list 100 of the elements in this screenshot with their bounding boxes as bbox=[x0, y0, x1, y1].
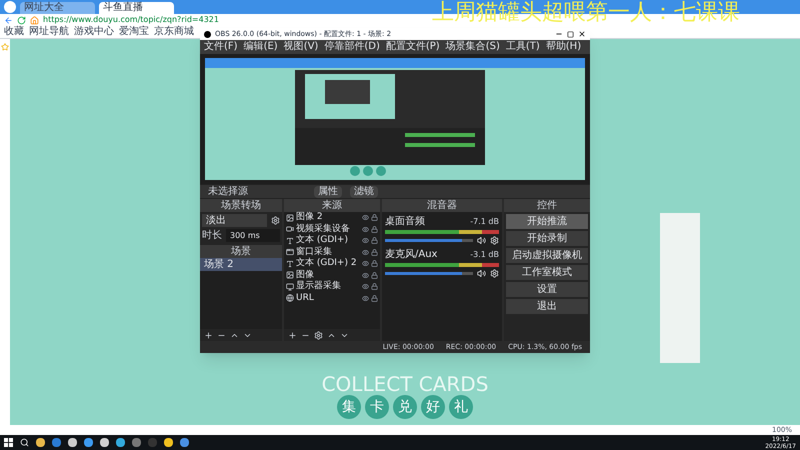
dock-title: 控件 bbox=[504, 199, 590, 212]
control-button[interactable]: 设置 bbox=[506, 282, 588, 297]
banner-background-text: COLLECT CARDS bbox=[322, 373, 488, 395]
lock-icon[interactable] bbox=[371, 260, 378, 268]
visibility-icon[interactable] bbox=[362, 294, 369, 302]
duration-field[interactable]: 300 ms bbox=[226, 229, 280, 242]
add-icon[interactable] bbox=[288, 330, 297, 340]
settings-icon[interactable] bbox=[314, 330, 323, 340]
source-label: URL bbox=[296, 292, 315, 304]
add-icon[interactable] bbox=[204, 330, 213, 340]
source-label: 文本 (GDI+) bbox=[296, 235, 349, 246]
banner-character: 好 bbox=[421, 395, 445, 419]
lock-icon[interactable] bbox=[371, 214, 378, 222]
browser-tab[interactable]: 斗鱼直播 bbox=[99, 2, 174, 14]
bookmark-link[interactable]: 收藏 bbox=[4, 26, 24, 38]
source-item[interactable]: 视频采集设备 bbox=[284, 224, 380, 235]
bookmark-link[interactable]: 网址导航 bbox=[29, 26, 69, 38]
lock-icon[interactable] bbox=[371, 237, 378, 244]
source-label: 图像 2 bbox=[296, 212, 324, 224]
banner-character: 礼 bbox=[449, 395, 473, 419]
source-item[interactable]: 图像 bbox=[284, 270, 380, 281]
control-button[interactable]: 工作室模式 bbox=[506, 265, 588, 280]
source-label: 文本 (GDI+) 2 bbox=[296, 258, 358, 270]
source-item[interactable]: URL bbox=[284, 292, 380, 304]
source-item[interactable]: 窗口采集 bbox=[284, 246, 380, 258]
maximize-icon[interactable] bbox=[567, 30, 574, 38]
scene-item[interactable]: 场景 2 bbox=[200, 258, 282, 271]
source-item[interactable]: 文本 (GDI+) 2 bbox=[284, 258, 380, 270]
control-button[interactable]: 启动虚拟摄像机 bbox=[506, 248, 588, 263]
lock-icon[interactable] bbox=[371, 272, 378, 279]
control-button[interactable]: 退出 bbox=[506, 299, 588, 314]
menu-item[interactable]: 场景集合(S) bbox=[446, 40, 500, 54]
banner-character: 兑 bbox=[393, 395, 417, 419]
menu-item[interactable]: 工具(T) bbox=[506, 40, 540, 54]
lock-icon[interactable] bbox=[371, 294, 378, 302]
visibility-icon[interactable] bbox=[362, 214, 369, 222]
browser-icon bbox=[286, 294, 294, 302]
control-button[interactable]: 开始录制 bbox=[506, 231, 588, 246]
visibility-icon[interactable] bbox=[362, 226, 369, 233]
menu-item[interactable]: 配置文件(P) bbox=[386, 40, 440, 54]
channel-name: 麦克风/Aux bbox=[385, 249, 438, 261]
menu-item[interactable]: 帮助(H) bbox=[546, 40, 582, 54]
bookmark-link[interactable]: 游戏中心 bbox=[74, 26, 114, 38]
image-icon bbox=[286, 214, 294, 222]
banner-character: 集 bbox=[337, 395, 361, 419]
source-item[interactable]: 图像 2 bbox=[284, 212, 380, 224]
visibility-icon[interactable] bbox=[362, 272, 369, 279]
channel-name: 桌面音频 bbox=[385, 216, 425, 228]
dock-title: 来源 bbox=[284, 199, 380, 212]
browser-tab[interactable]: 网址大全 bbox=[20, 2, 95, 14]
lock-icon[interactable] bbox=[371, 226, 378, 233]
menu-item[interactable]: 视图(V) bbox=[284, 40, 318, 54]
settings-icon[interactable] bbox=[490, 236, 499, 245]
dock-title: 场景 bbox=[200, 245, 282, 258]
menu-item[interactable]: 停靠部件(D) bbox=[324, 40, 380, 54]
star-icon[interactable] bbox=[1, 43, 9, 51]
channel-reading: -7.1 dB bbox=[470, 216, 499, 228]
transition-select[interactable]: 淡出 bbox=[202, 214, 267, 227]
obs-logo-icon bbox=[204, 30, 211, 38]
lock-icon[interactable] bbox=[371, 283, 378, 290]
reload-icon[interactable] bbox=[17, 16, 26, 24]
url-field[interactable]: https://www.douyu.com/topic/zqn?rid=4321 bbox=[43, 14, 219, 26]
monitor-icon bbox=[286, 282, 294, 291]
visibility-icon[interactable] bbox=[362, 260, 369, 268]
text-icon bbox=[286, 260, 294, 268]
image-icon bbox=[286, 271, 294, 280]
search-icon[interactable] bbox=[20, 438, 29, 447]
text-icon bbox=[286, 236, 294, 245]
window-icon bbox=[286, 248, 294, 256]
close-icon[interactable] bbox=[578, 30, 586, 38]
source-label: 图像 bbox=[296, 270, 315, 280]
camera-icon bbox=[286, 225, 294, 234]
bookmark-link[interactable]: 爱淘宝 bbox=[119, 26, 149, 38]
menu-item[interactable]: 文件(F) bbox=[204, 40, 238, 54]
source-label: 视频采集设备 bbox=[296, 224, 351, 234]
source-item[interactable]: 文本 (GDI+) bbox=[284, 235, 380, 246]
speaker-icon[interactable] bbox=[477, 236, 486, 245]
visibility-icon[interactable] bbox=[362, 237, 369, 244]
channel-reading: -3.1 dB bbox=[470, 249, 499, 261]
settings-icon[interactable] bbox=[271, 216, 280, 225]
source-label: 窗口采集 bbox=[296, 246, 333, 258]
settings-icon[interactable] bbox=[490, 269, 499, 278]
lock-icon[interactable] bbox=[371, 248, 378, 256]
source-toolbar-button[interactable]: 属性 bbox=[314, 186, 342, 198]
banner-character: 卡 bbox=[365, 395, 389, 419]
no-source-label: 未选择源 bbox=[208, 185, 248, 198]
visibility-icon[interactable] bbox=[362, 248, 369, 256]
start-icon[interactable] bbox=[4, 438, 13, 447]
bookmark-link[interactable]: 京东商城 bbox=[154, 26, 194, 38]
dock-title: 场景转场 bbox=[200, 199, 282, 212]
source-item[interactable]: 显示器采集 bbox=[284, 281, 380, 292]
duration-label: 时长 bbox=[202, 229, 222, 242]
source-label: 显示器采集 bbox=[296, 281, 342, 292]
visibility-icon[interactable] bbox=[362, 283, 369, 290]
menu-item[interactable]: 编辑(E) bbox=[244, 40, 278, 54]
speaker-icon[interactable] bbox=[477, 269, 486, 278]
dock-title: 混音器 bbox=[382, 199, 502, 212]
source-toolbar-button[interactable]: 滤镜 bbox=[350, 186, 378, 198]
back-icon[interactable] bbox=[4, 16, 13, 24]
control-button[interactable]: 开始推流 bbox=[506, 214, 588, 229]
